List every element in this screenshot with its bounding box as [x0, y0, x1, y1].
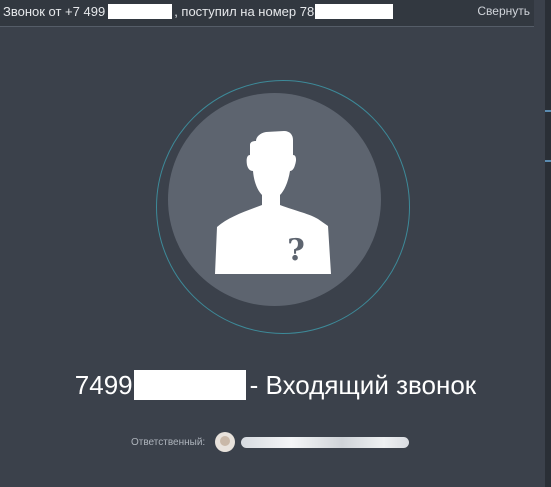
- scroll-marker: [545, 110, 551, 112]
- redacted-user-name[interactable]: [241, 436, 410, 448]
- caller-number-prefix: 7499: [74, 370, 133, 400]
- redacted-caller-number: [108, 4, 173, 19]
- unknown-person-icon: ?: [215, 131, 331, 274]
- call-to-label: , поступил на номер 78: [174, 4, 315, 19]
- caller-title: 7499 - Входящий звонок: [0, 370, 551, 401]
- right-edge-scrollbar[interactable]: [545, 0, 551, 487]
- redacted-caller-number-full: [133, 370, 246, 400]
- responsible-row: Ответственный:: [131, 432, 410, 452]
- call-info-text: Звонок от +7 499 , поступил на номер 78: [3, 4, 394, 19]
- scroll-marker: [545, 160, 551, 162]
- caller-avatar: ?: [168, 93, 381, 306]
- call-from-label: Звонок от +7 499: [3, 4, 106, 19]
- collapse-link[interactable]: Свернуть: [477, 4, 530, 18]
- redacted-destination-number: [315, 4, 394, 19]
- svg-text:?: ?: [287, 233, 305, 268]
- call-status-text: - Входящий звонок: [249, 370, 477, 400]
- call-header-bar: Звонок от +7 499 , поступил на номер 78 …: [0, 0, 534, 27]
- user-avatar[interactable]: [215, 432, 236, 452]
- responsible-label: Ответственный:: [131, 436, 206, 448]
- incoming-call-popup: Звонок от +7 499 , поступил на номер 78 …: [0, 0, 551, 487]
